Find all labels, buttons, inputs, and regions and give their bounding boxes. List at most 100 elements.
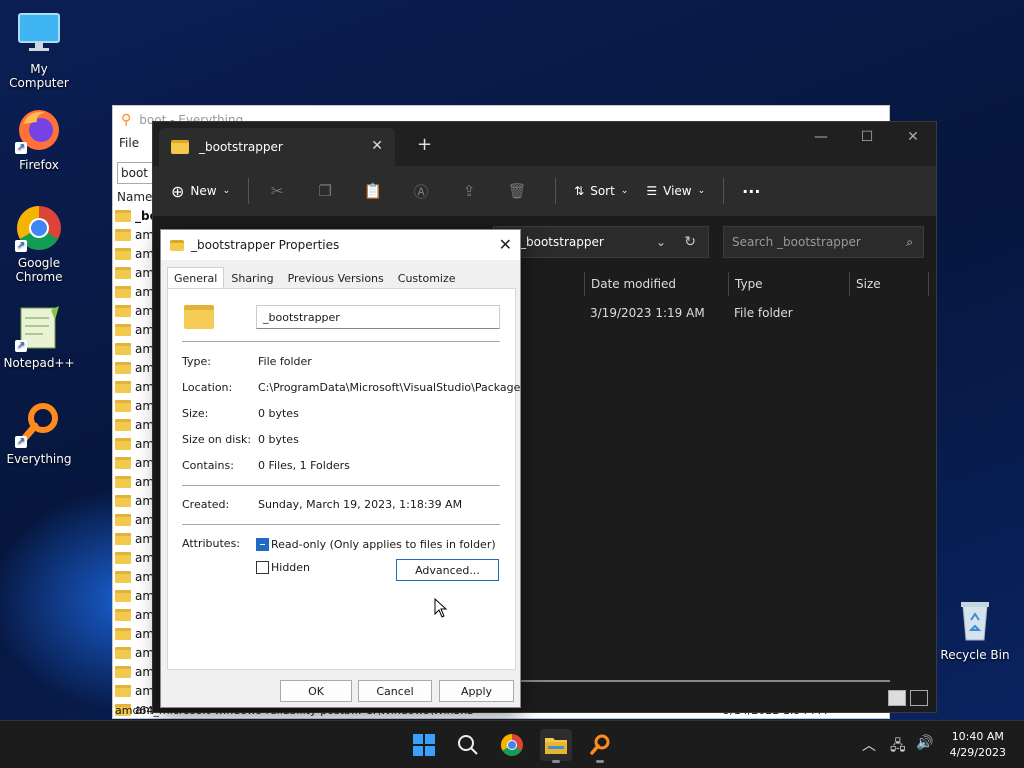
toolbar-divider: [248, 178, 250, 204]
folder-icon: [115, 304, 131, 317]
desktop-icon-label: Notepad++: [3, 356, 75, 370]
column-header-date-modified[interactable]: Date modified: [584, 272, 728, 296]
folder-icon: [115, 456, 131, 469]
chevron-down-icon[interactable]: ⌄: [656, 235, 666, 249]
close-icon[interactable]: ✕: [499, 235, 512, 254]
explorer-tab[interactable]: _bootstrapper ✕: [159, 128, 395, 166]
readonly-checkbox[interactable]: [256, 538, 269, 551]
cancel-button[interactable]: Cancel: [358, 680, 432, 702]
cut-icon[interactable]: ✂: [267, 181, 287, 201]
taskbar: ︿ 🖧 🔊 10:40 AM 4/29/2023: [0, 720, 1024, 768]
folder-icon: [170, 239, 184, 251]
column-header-size[interactable]: Size: [849, 272, 929, 296]
volume-icon[interactable]: 🔊: [916, 735, 933, 751]
folder-icon: [115, 437, 131, 450]
folder-icon: [115, 608, 131, 621]
explorer-tabbar: _bootstrapper ✕ + — ☐ ✕: [153, 122, 936, 166]
ok-button[interactable]: OK: [280, 680, 352, 702]
view-button[interactable]: ☰ View ⌄: [646, 184, 705, 198]
search-icon[interactable]: [452, 729, 484, 761]
dialog-tabs: General Sharing Previous Versions Custom…: [167, 267, 463, 289]
maximize-icon[interactable]: ☐: [844, 122, 890, 152]
monitor-icon: [15, 10, 63, 58]
everything-search-icon: ↗: [15, 400, 63, 448]
desktop-icon-recycle-bin[interactable]: Recycle Bin: [937, 596, 1013, 662]
more-options-icon[interactable]: ···: [742, 182, 760, 201]
desktop-icon-google-chrome[interactable]: ↗ Google Chrome: [1, 204, 77, 284]
view-button-label: View: [663, 184, 692, 198]
delete-icon[interactable]: 🗑: [507, 181, 527, 201]
apply-button[interactable]: Apply: [439, 680, 514, 702]
tiles-view-icon[interactable]: [910, 690, 928, 706]
share-icon[interactable]: ⇪: [459, 181, 479, 201]
dialog-title: _bootstrapper Properties: [191, 238, 340, 252]
refresh-icon[interactable]: ↻: [684, 234, 696, 250]
shortcut-arrow-icon: ↗: [15, 240, 27, 252]
desktop-icon-firefox[interactable]: ↗ Firefox: [1, 106, 77, 172]
hidden-checkbox[interactable]: [256, 561, 269, 574]
folder-icon: [115, 323, 131, 336]
advanced-button[interactable]: Advanced...: [396, 559, 499, 581]
location-label: Location:: [182, 381, 233, 394]
view-toggle: [888, 690, 928, 706]
new-tab-plus-icon[interactable]: +: [417, 134, 432, 155]
tab-customize[interactable]: Customize: [391, 267, 463, 289]
sort-button-label: Sort: [590, 184, 615, 198]
tab-close-icon[interactable]: ✕: [371, 138, 383, 154]
file-explorer-taskbar-icon[interactable]: [540, 729, 572, 763]
folder-icon: [115, 418, 131, 431]
tab-previous-versions[interactable]: Previous Versions: [281, 267, 391, 289]
folder-icon: [115, 399, 131, 412]
network-icon[interactable]: 🖧: [890, 735, 906, 759]
sort-button[interactable]: ⇅ Sort ⌄: [574, 184, 628, 198]
tab-sharing[interactable]: Sharing: [224, 267, 280, 289]
view-list-icon: ☰: [646, 184, 658, 198]
copy-icon[interactable]: ❐: [315, 181, 335, 201]
window-controls: — ☐ ✕: [798, 122, 936, 152]
folder-name-input[interactable]: _bootstrapper: [256, 305, 500, 329]
new-button[interactable]: ⊕ New ⌄: [171, 182, 230, 201]
start-windows-icon[interactable]: [408, 729, 440, 761]
everything-taskbar-icon[interactable]: [584, 729, 616, 763]
clock-date: 4/29/2023: [949, 746, 1006, 759]
explorer-search-input[interactable]: Search _bootstrapper ⌕: [723, 226, 924, 258]
chevron-down-icon: ⌄: [222, 186, 231, 196]
tab-general[interactable]: General: [167, 267, 225, 289]
file-row-type: File folder: [734, 306, 793, 320]
paste-icon[interactable]: 📋: [363, 181, 383, 201]
dialog-titlebar: _bootstrapper Properties ✕: [161, 230, 520, 260]
details-view-icon[interactable]: [888, 690, 906, 706]
desktop-icon-label: Recycle Bin: [940, 648, 1010, 662]
toolbar-divider: [555, 178, 557, 204]
chrome-taskbar-icon[interactable]: [496, 729, 528, 761]
desktop-icon-notepad-plus-plus[interactable]: ↗ Notepad++: [1, 304, 77, 370]
everything-search-input[interactable]: boot: [117, 162, 157, 184]
chevron-up-icon[interactable]: ︿: [862, 735, 876, 755]
contains-label: Contains:: [182, 459, 234, 472]
column-header-name[interactable]: Name: [117, 190, 152, 204]
contains-value: 0 Files, 1 Folders: [258, 459, 350, 472]
desktop-icon-my-computer[interactable]: My Computer: [1, 10, 77, 90]
shortcut-arrow-icon: ↗: [15, 436, 27, 448]
horizontal-scrollbar[interactable]: [518, 680, 890, 682]
desktop-icon-everything[interactable]: ↗ Everything: [1, 400, 77, 466]
folder-icon: [115, 494, 131, 507]
properties-dialog[interactable]: _bootstrapper Properties ✕ General Shari…: [160, 229, 526, 708]
folder-icon: [115, 266, 131, 279]
folder-icon: [115, 342, 131, 355]
address-bar[interactable]: _bootstrapper ⌄ ↻: [493, 226, 709, 258]
folder-icon: [115, 551, 131, 564]
chevron-down-icon: ⌄: [697, 186, 706, 196]
created-value: Sunday, March 19, 2023, 1:18:39 AM: [258, 498, 463, 511]
shortcut-arrow-icon: ↗: [15, 142, 27, 154]
clock[interactable]: 10:40 AM 4/29/2023: [950, 729, 1006, 761]
minimize-icon[interactable]: —: [798, 122, 844, 152]
column-header-type[interactable]: Type: [728, 272, 849, 296]
rename-icon[interactable]: Ⓐ: [411, 181, 431, 201]
folder-icon: [115, 247, 131, 260]
type-label: Type:: [182, 355, 211, 368]
menu-file[interactable]: File: [119, 136, 139, 150]
tab-title: _bootstrapper: [199, 140, 283, 154]
close-icon[interactable]: ✕: [890, 122, 936, 152]
folder-icon: [115, 684, 131, 697]
